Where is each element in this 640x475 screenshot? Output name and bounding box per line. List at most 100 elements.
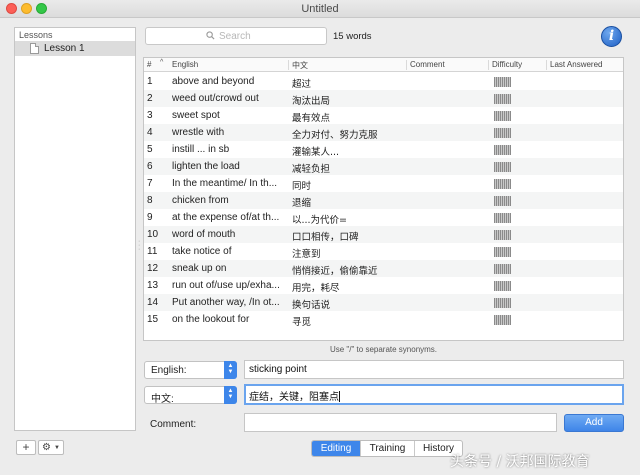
column-header-last-answered[interactable]: Last Answered bbox=[550, 60, 602, 69]
column-divider bbox=[488, 60, 489, 70]
difficulty-indicator bbox=[494, 281, 511, 291]
difficulty-indicator bbox=[494, 162, 511, 172]
table-row[interactable]: 15 on the lookout for 寻觅 bbox=[144, 311, 623, 328]
column-header-comment[interactable]: Comment bbox=[410, 60, 445, 69]
table-row[interactable]: 1 above and beyond 超过 bbox=[144, 73, 623, 90]
row-chinese: 同时 bbox=[292, 181, 312, 192]
info-button[interactable]: i bbox=[601, 26, 622, 47]
chinese-select-label: 中文: bbox=[151, 394, 174, 405]
lessons-sidebar: Lessons Lesson 1 bbox=[14, 27, 136, 431]
row-chinese: 注意到 bbox=[292, 249, 321, 260]
row-chinese: 灌输某人... bbox=[292, 147, 340, 158]
row-english: sneak up on bbox=[172, 263, 227, 274]
row-number: 8 bbox=[147, 195, 153, 206]
table-row[interactable]: 6 lighten the load 减轻负担 bbox=[144, 158, 623, 175]
row-english: sweet spot bbox=[172, 110, 220, 121]
table-row[interactable]: 11 take notice of 注意到 bbox=[144, 243, 623, 260]
table-row[interactable]: 13 run out of/use up/exha... 用完，耗尽 bbox=[144, 277, 623, 294]
row-number: 3 bbox=[147, 110, 153, 121]
difficulty-indicator bbox=[494, 315, 511, 325]
difficulty-indicator bbox=[494, 247, 511, 257]
table-row[interactable]: 9 at the expense of/at th... 以...为代价= bbox=[144, 209, 623, 226]
row-chinese: 换句话说 bbox=[292, 300, 331, 311]
row-number: 1 bbox=[147, 76, 153, 87]
comment-field[interactable] bbox=[244, 413, 557, 432]
row-english: word of mouth bbox=[172, 229, 236, 240]
table-row[interactable]: 12 sneak up on 悄悄接近，偷偷靠近 bbox=[144, 260, 623, 277]
row-number: 2 bbox=[147, 93, 153, 104]
gear-menu-button[interactable]: ⚙ ▼ bbox=[38, 440, 64, 455]
chinese-field[interactable]: 症结，关键，阻塞点 bbox=[244, 384, 624, 405]
search-icon bbox=[206, 31, 215, 40]
word-table: # ^ English 中文 Comment Difficulty Last A… bbox=[143, 57, 624, 341]
updown-arrows-icon: ▲ ▼ bbox=[224, 361, 237, 379]
table-row[interactable]: 7 In the meantime/ In th... 同时 bbox=[144, 175, 623, 192]
difficulty-indicator bbox=[494, 196, 511, 206]
tab-editing[interactable]: Editing bbox=[312, 441, 360, 456]
row-number: 12 bbox=[147, 263, 159, 274]
table-row[interactable]: 14 Put another way, /In ot... 换句话说 bbox=[144, 294, 623, 311]
column-header-difficulty[interactable]: Difficulty bbox=[492, 60, 522, 69]
column-header-chinese[interactable]: 中文 bbox=[292, 60, 308, 71]
column-header-english[interactable]: English bbox=[172, 60, 198, 69]
row-number: 10 bbox=[147, 229, 159, 240]
row-chinese: 以...为代价= bbox=[292, 215, 348, 226]
difficulty-indicator bbox=[494, 111, 511, 121]
tab-training[interactable]: Training bbox=[360, 441, 414, 456]
difficulty-indicator bbox=[494, 230, 511, 240]
row-number: 14 bbox=[147, 297, 159, 308]
row-number: 11 bbox=[147, 246, 158, 257]
row-english: instill ... in sb bbox=[172, 144, 230, 155]
column-divider bbox=[406, 60, 407, 70]
mode-switcher: Editing Training History bbox=[311, 440, 463, 457]
search-input[interactable]: Search bbox=[145, 27, 327, 45]
lessons-header: Lessons bbox=[19, 30, 53, 40]
table-row[interactable]: 4 wrestle with 全力对付、努力克服 bbox=[144, 124, 623, 141]
column-divider bbox=[288, 60, 289, 70]
watermark: 头条号 / 沃邦国际教育 bbox=[450, 454, 590, 470]
row-chinese: 退缩 bbox=[292, 198, 312, 209]
difficulty-indicator bbox=[494, 128, 511, 138]
table-row[interactable]: 5 instill ... in sb 灌输某人... bbox=[144, 141, 623, 158]
synonym-hint: Use "/" to separate synonyms. bbox=[329, 345, 438, 354]
row-english: at the expense of/at th... bbox=[172, 212, 280, 223]
chinese-field-value: 症结，关键，阻塞点 bbox=[249, 392, 339, 403]
row-number: 5 bbox=[147, 144, 153, 155]
english-field[interactable]: sticking point bbox=[244, 360, 624, 379]
chinese-field-content: 症结，关键，阻塞点 bbox=[249, 388, 340, 403]
sidebar-item-lesson-1[interactable]: Lesson 1 bbox=[15, 41, 135, 56]
english-language-select[interactable]: English: ▲ ▼ bbox=[144, 361, 237, 379]
chinese-language-select[interactable]: 中文: ▲ ▼ bbox=[144, 386, 237, 405]
row-english: wrestle with bbox=[172, 127, 225, 138]
row-number: 9 bbox=[147, 212, 153, 223]
row-chinese: 超过 bbox=[292, 79, 312, 90]
search-placeholder: Search bbox=[219, 31, 251, 42]
add-lesson-button[interactable]: + bbox=[16, 440, 36, 455]
difficulty-indicator bbox=[494, 264, 511, 274]
updown-arrows-icon: ▲ ▼ bbox=[224, 386, 237, 404]
row-english: take notice of bbox=[172, 246, 232, 257]
row-english: Put another way, /In ot... bbox=[172, 297, 280, 308]
app-window: Untitled Lessons Lesson 1 + ⚙ ▼ · · · Sear… bbox=[0, 0, 640, 475]
table-row[interactable]: 10 word of mouth 口口相传，口碑 bbox=[144, 226, 623, 243]
row-chinese: 淘汰出局 bbox=[292, 96, 331, 107]
table-row[interactable]: 8 chicken from 退缩 bbox=[144, 192, 623, 209]
table-header: # ^ English 中文 Comment Difficulty Last A… bbox=[144, 58, 623, 72]
row-chinese: 用完，耗尽 bbox=[292, 283, 340, 294]
table-row[interactable]: 2 weed out/crowd out 淘汰出局 bbox=[144, 90, 623, 107]
row-number: 7 bbox=[147, 178, 153, 189]
column-divider bbox=[546, 60, 547, 70]
difficulty-indicator bbox=[494, 145, 511, 155]
row-number: 4 bbox=[147, 127, 153, 138]
column-header-number[interactable]: # bbox=[147, 60, 151, 69]
difficulty-indicator bbox=[494, 213, 511, 223]
row-english: above and beyond bbox=[172, 76, 255, 87]
add-word-button[interactable]: Add bbox=[564, 414, 624, 432]
chevron-down-icon: ▼ bbox=[54, 445, 60, 451]
splitter-handle[interactable]: · · · bbox=[138, 238, 141, 253]
text-cursor bbox=[339, 391, 340, 402]
difficulty-indicator bbox=[494, 179, 511, 189]
table-row[interactable]: 3 sweet spot 最有效点 bbox=[144, 107, 623, 124]
row-chinese: 全力对付、努力克服 bbox=[292, 130, 378, 141]
row-number: 15 bbox=[147, 314, 159, 325]
